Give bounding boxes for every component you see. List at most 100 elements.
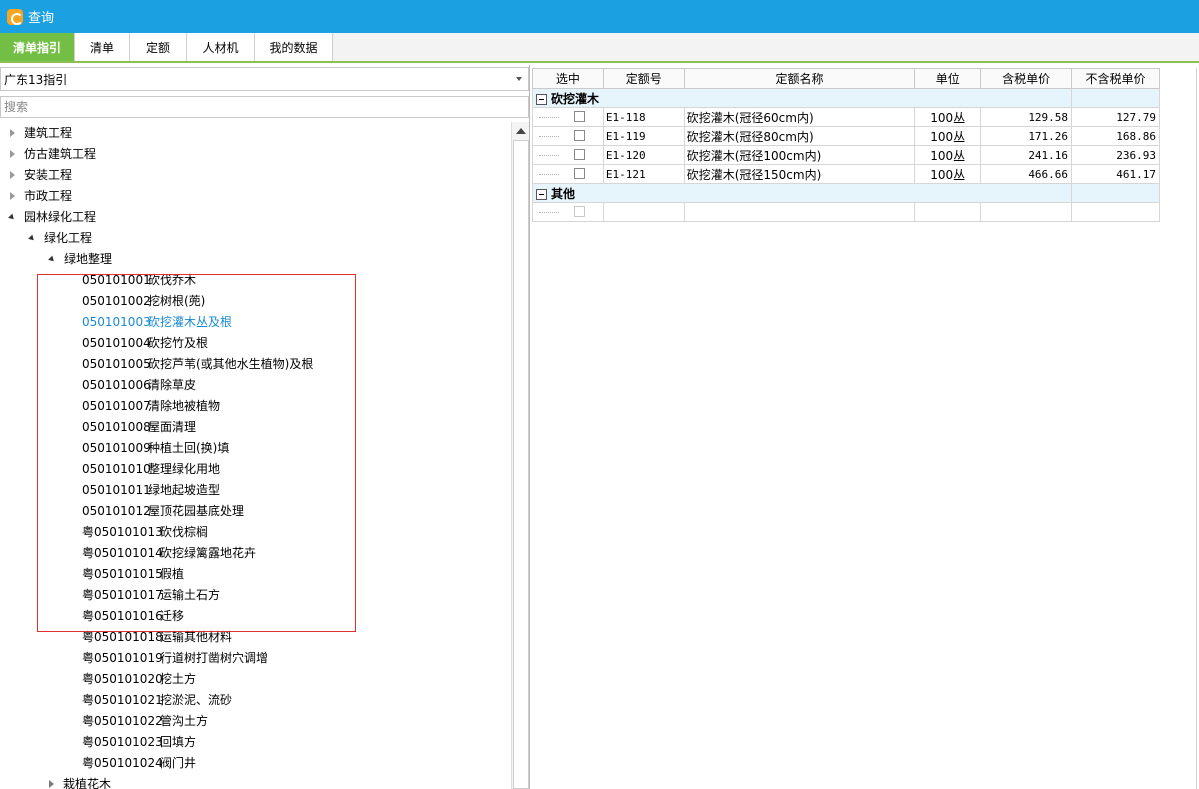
grid-row[interactable]: E1-120 砍挖灌木(冠径100cm内) 100丛 241.16 236.93	[532, 145, 1160, 165]
tree-scrollbar[interactable]	[511, 122, 529, 789]
grid-row[interactable]: E1-119 砍挖灌木(冠径80cm内) 100丛 171.26 168.86	[532, 126, 1160, 146]
tree-leaf[interactable]: 050101009 种植土回(换)填	[82, 437, 229, 458]
library-selected: 广东13指引	[4, 72, 68, 87]
expand-icon[interactable]	[10, 170, 15, 179]
cell-price-notax: 236.93	[1071, 145, 1160, 165]
tree-leaf[interactable]: 粤050101015 假植	[82, 563, 184, 584]
tree-leaf[interactable]: 粤050101023 回填方	[82, 731, 196, 752]
select-checkbox[interactable]	[574, 206, 585, 217]
tree-leaf[interactable]: 粤050101022 管沟土方	[82, 710, 208, 731]
expand-icon[interactable]	[10, 149, 15, 158]
tree-node-planting[interactable]: 栽植花木	[49, 773, 111, 789]
collapse-icon[interactable]	[48, 255, 56, 264]
tree-leaf[interactable]: 粤050101019 行道树打凿树穴调增	[82, 647, 268, 668]
leaf-name: 砍挖芦苇(或其他水生植物)及根	[148, 357, 314, 371]
tree-node-municipal[interactable]: 市政工程	[10, 185, 72, 206]
leaf-code: 050101008	[82, 419, 151, 434]
col-select[interactable]: 选中	[532, 68, 604, 89]
tree-leaf[interactable]: 粤050101014 砍挖绿篱露地花卉	[82, 542, 256, 563]
leaf-name: 砍挖竹及根	[148, 336, 209, 350]
tree-node-antique-building[interactable]: 仿古建筑工程	[10, 143, 96, 164]
leaf-code: 粤050101013	[82, 525, 163, 539]
leaf-code: 粤050101015	[82, 567, 163, 581]
col-quota-name[interactable]: 定额名称	[683, 68, 916, 89]
tree-leaf[interactable]: 粤050101013 砍伐棕榈	[82, 521, 208, 542]
cell-unit: 100丛	[914, 164, 982, 184]
tree-leaf[interactable]: 粤050101018 运输其他材料	[82, 626, 232, 647]
chevron-down-icon[interactable]	[516, 77, 522, 81]
tree-leaf[interactable]: 050101005 砍挖芦苇(或其他水生植物)及根	[82, 353, 313, 374]
tree-leaf[interactable]: 050101003 砍挖灌木丛及根	[82, 311, 232, 332]
col-price-tax[interactable]: 含税单价	[980, 68, 1073, 89]
cell-price-tax: 466.66	[980, 164, 1073, 184]
collapse-icon[interactable]	[8, 213, 16, 222]
tab-my-data[interactable]: 我的数据	[255, 33, 333, 61]
tree-leaf[interactable]: 粤050101016 迁移	[82, 605, 184, 626]
tree-leaf[interactable]: 050101001 砍伐乔木	[82, 269, 196, 290]
tree-leaf[interactable]: 050101002 挖树根(蔸)	[82, 290, 205, 311]
collapse-icon[interactable]	[536, 93, 547, 105]
leaf-name: 挖淤泥、流砂	[160, 693, 233, 707]
leaf-name: 种植土回(换)填	[148, 441, 230, 455]
grid-row[interactable]: E1-118 砍挖灌木(冠径60cm内) 100丛 129.58 127.79	[532, 107, 1160, 127]
select-checkbox[interactable]	[574, 168, 585, 179]
tree-connector	[539, 174, 559, 175]
scroll-up-arrow-icon[interactable]	[512, 122, 529, 139]
leaf-code: 粤050101019	[82, 651, 163, 665]
tree-leaf[interactable]: 050101012 屋顶花园基底处理	[82, 500, 244, 521]
tree-leaf[interactable]: 050101006 清除草皮	[82, 374, 196, 395]
col-quota-code[interactable]: 定额号	[602, 68, 685, 89]
col-price-notax[interactable]: 不含税单价	[1071, 68, 1160, 89]
cell-quota-code: E1-120	[602, 145, 685, 165]
tree-leaf[interactable]: 050101007 清除地被植物	[82, 395, 220, 416]
leaf-code: 粤050101018	[82, 630, 163, 644]
cell-price-notax: 168.86	[1071, 126, 1160, 146]
tree-leaf[interactable]: 050101004 砍挖竹及根	[82, 332, 208, 353]
tree-leaf[interactable]: 粤050101024 阀门井	[82, 752, 196, 773]
expand-icon[interactable]	[10, 191, 15, 200]
title-bar: 查询	[0, 0, 1199, 33]
cell-price-tax: 171.26	[980, 126, 1073, 146]
tab-labor-material-machine[interactable]: 人材机	[187, 33, 255, 61]
tree-node-installation[interactable]: 安装工程	[10, 164, 72, 185]
leaf-name: 假植	[160, 567, 185, 581]
collapse-icon[interactable]	[536, 188, 547, 200]
tab-bill[interactable]: 清单	[75, 33, 130, 61]
tree-node-land-preparation[interactable]: 绿地整理	[48, 248, 112, 269]
tab-quota[interactable]: 定额	[130, 33, 187, 61]
tree-leaf[interactable]: 粤050101020 挖土方	[82, 668, 196, 689]
grid-row[interactable]	[532, 202, 1160, 222]
tree-leaf[interactable]: 050101008 屋面清理	[82, 416, 196, 437]
quota-grid: 选中 定额号 定额名称 单位 含税单价 不含税单价 砍挖灌木 E1-118 砍挖灌木…	[531, 68, 1160, 222]
expand-icon[interactable]	[49, 779, 54, 788]
grid-group-row[interactable]: 砍挖灌木	[531, 88, 1160, 108]
grid-row[interactable]: E1-121 砍挖灌木(冠径150cm内) 100丛 466.66 461.17	[532, 164, 1160, 184]
tree-leaf[interactable]: 050101011 绿地起坡造型	[82, 479, 220, 500]
scrollbar-thumb[interactable]	[513, 140, 529, 789]
cell-price-notax: 127.79	[1071, 107, 1160, 127]
col-unit[interactable]: 单位	[914, 68, 982, 89]
collapse-icon[interactable]	[28, 234, 36, 243]
leaf-name: 清除地被植物	[148, 399, 221, 413]
tab-bill-guide[interactable]: 清单指引	[0, 33, 75, 61]
select-checkbox[interactable]	[574, 149, 585, 160]
select-checkbox[interactable]	[574, 111, 585, 122]
left-panel: 广东13指引 建筑工程 仿古建筑工程 安装工程 市政工程 园林绿化工程 绿化工程	[0, 65, 530, 789]
grid-group-row[interactable]: 其他	[531, 183, 1160, 203]
leaf-code: 050101011	[82, 482, 151, 497]
select-checkbox[interactable]	[574, 130, 585, 141]
tree-node-greening[interactable]: 绿化工程	[28, 227, 92, 248]
leaf-code: 粤050101020	[82, 672, 163, 686]
expand-icon[interactable]	[10, 128, 15, 137]
tree-leaf[interactable]: 粤050101017 运输土石方	[82, 584, 220, 605]
search-input[interactable]	[0, 96, 529, 118]
cell-quota-code: E1-118	[602, 107, 685, 127]
library-dropdown[interactable]: 广东13指引	[0, 67, 529, 91]
tree-leaf[interactable]: 050101010 整理绿化用地	[82, 458, 220, 479]
cell-unit: 100丛	[914, 107, 982, 127]
tree-node-building[interactable]: 建筑工程	[10, 122, 72, 143]
cell-quota-name	[683, 202, 916, 222]
tree-leaf[interactable]: 粤050101021 挖淤泥、流砂	[82, 689, 232, 710]
tree-node-landscape[interactable]: 园林绿化工程	[8, 206, 96, 227]
cell-quota-code: E1-121	[602, 164, 685, 184]
